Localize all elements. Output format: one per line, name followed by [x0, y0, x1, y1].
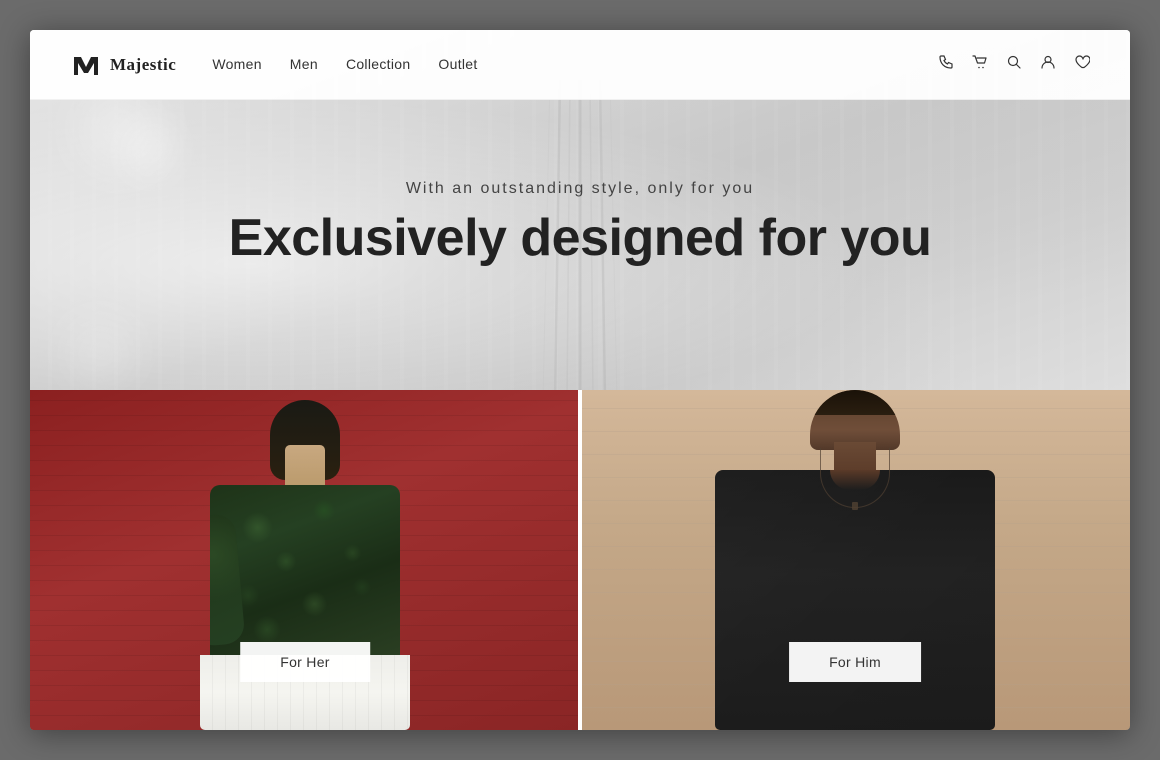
- nav-item-collection[interactable]: Collection: [346, 56, 410, 74]
- cards-section: For Her: [30, 390, 1130, 730]
- card-for-him: For Him: [580, 390, 1130, 730]
- search-icon[interactable]: [1006, 54, 1022, 75]
- hero-subtitle: With an outstanding style, only for you: [30, 180, 1130, 198]
- site-name: Majestic: [110, 55, 176, 75]
- nav-left: Majestic Women Men Collection Outlet: [70, 49, 478, 81]
- hero-title: Exclusively designed for you: [30, 210, 1130, 267]
- phone-icon[interactable]: [938, 54, 954, 75]
- wishlist-icon[interactable]: [1074, 54, 1090, 75]
- card-for-her: For Her: [30, 390, 580, 730]
- nav-links: Women Men Collection Outlet: [212, 56, 477, 74]
- nav-item-women[interactable]: Women: [212, 56, 261, 74]
- logo-area[interactable]: Majestic: [70, 49, 176, 81]
- nav-item-outlet[interactable]: Outlet: [438, 56, 477, 74]
- nav-item-men[interactable]: Men: [290, 56, 318, 74]
- for-her-button[interactable]: For Her: [240, 642, 370, 682]
- browser-window: Majestic Women Men Collection Outlet: [30, 30, 1130, 730]
- card-divider: [578, 390, 582, 730]
- hero-content: With an outstanding style, only for you …: [30, 180, 1130, 267]
- bokeh-3: [50, 300, 150, 400]
- logo-icon: [70, 49, 102, 81]
- bokeh-2: [110, 110, 190, 190]
- nav-right: [938, 54, 1090, 75]
- for-him-button[interactable]: For Him: [789, 642, 921, 682]
- user-icon[interactable]: [1040, 54, 1056, 75]
- cart-icon[interactable]: [972, 54, 988, 75]
- navbar: Majestic Women Men Collection Outlet: [30, 30, 1130, 100]
